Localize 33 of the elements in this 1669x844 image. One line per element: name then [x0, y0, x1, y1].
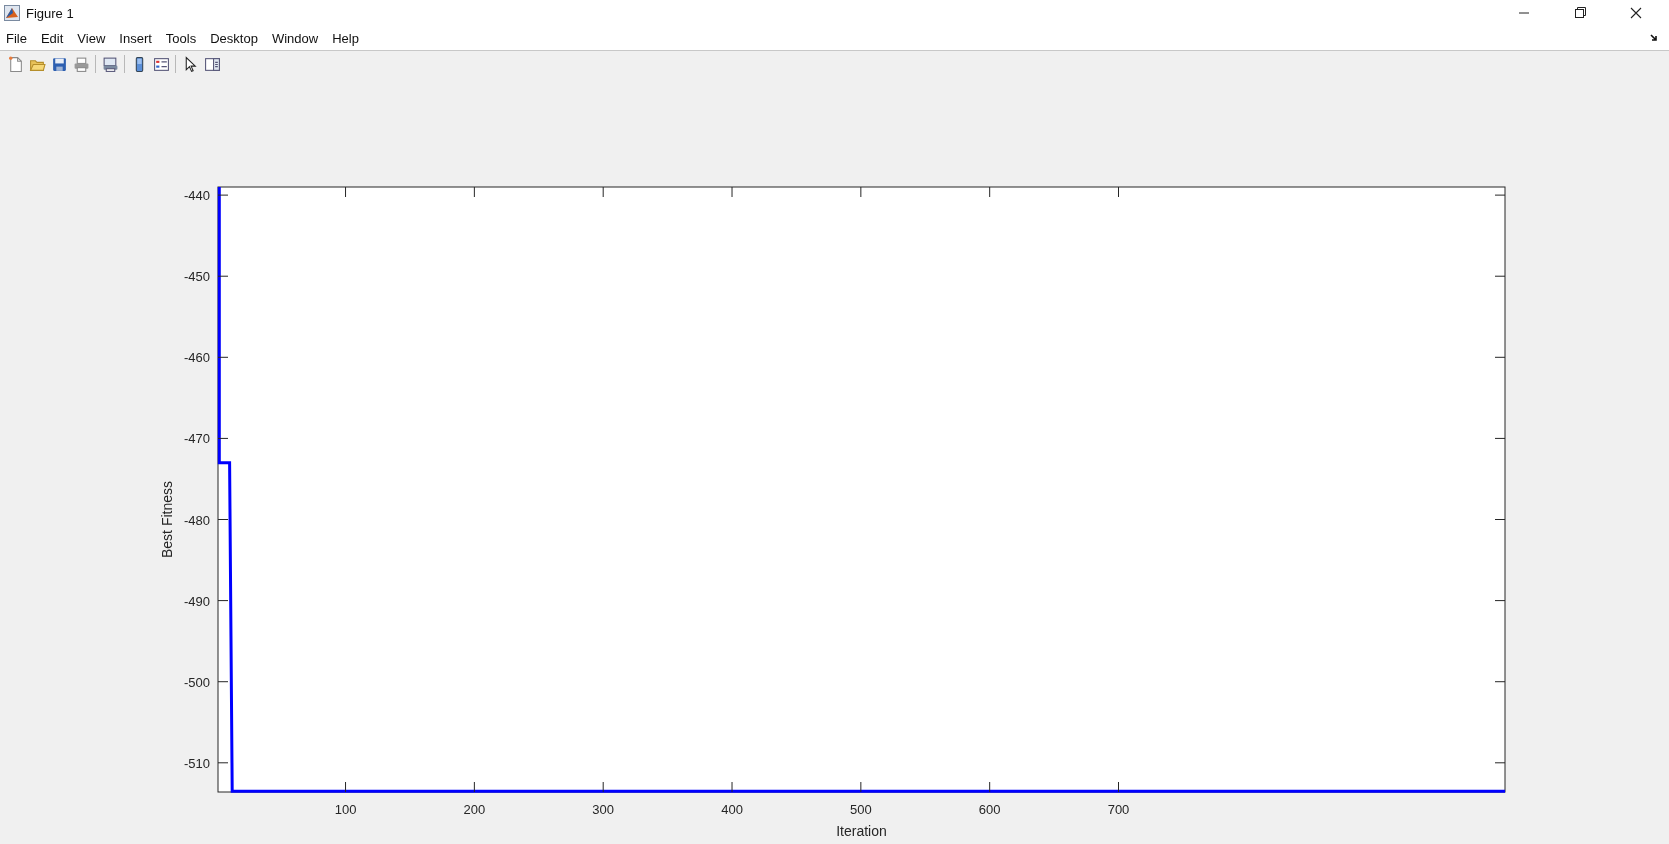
- menu-item[interactable]: Insert: [119, 30, 152, 46]
- legend-icon[interactable]: [152, 55, 170, 73]
- y-axis-label: Best Fitness: [159, 481, 175, 558]
- menu-item[interactable]: View: [77, 30, 106, 46]
- y-tick-label: -460: [183, 350, 210, 366]
- y-tick-label: -450: [183, 269, 210, 285]
- y-tick-label: -440: [183, 188, 210, 204]
- y-tick-label: -500: [183, 674, 210, 690]
- x-tick-label: 600: [978, 802, 1001, 817]
- dock-arrow-icon[interactable]: [1649, 33, 1659, 43]
- y-tick-label: -470: [183, 431, 210, 447]
- y-tick-label: -480: [183, 512, 210, 528]
- menu-item[interactable]: Window: [271, 30, 319, 46]
- y-tick-label: -510: [183, 755, 210, 771]
- menu-item[interactable]: File: [6, 30, 27, 46]
- menu-item[interactable]: Tools: [165, 30, 197, 46]
- x-tick-label: 100: [334, 802, 357, 817]
- printer-icon[interactable]: [72, 55, 90, 73]
- y-tick-label: -490: [183, 593, 210, 609]
- printer-preview-icon[interactable]: [101, 55, 119, 73]
- property-panel-icon[interactable]: [203, 55, 221, 73]
- window-title: Figure 1: [26, 5, 74, 21]
- x-tick-label: 400: [721, 802, 743, 817]
- menu-item[interactable]: Desktop: [210, 30, 258, 46]
- x-tick-label: 700: [1107, 802, 1130, 817]
- menu-item[interactable]: Help: [332, 30, 359, 46]
- menu-item[interactable]: Edit: [40, 30, 64, 46]
- x-tick-label: 500: [850, 802, 872, 817]
- x-tick-label: 300: [592, 802, 615, 817]
- app-icon: [4, 5, 20, 21]
- x-axis-label: Iteration: [836, 823, 887, 839]
- new-file-icon[interactable]: [6, 55, 24, 73]
- x-tick-label: 200: [463, 802, 486, 817]
